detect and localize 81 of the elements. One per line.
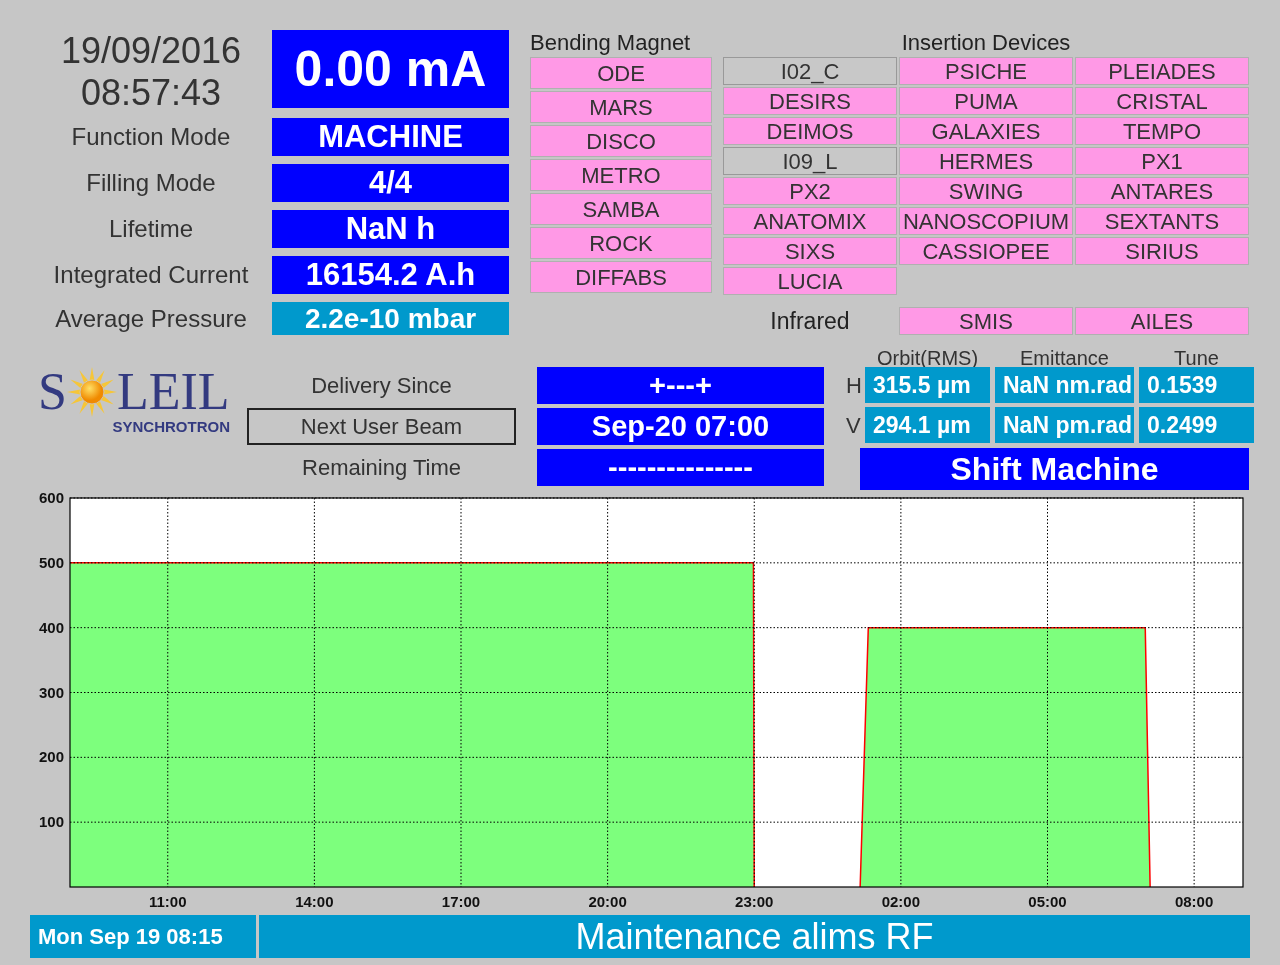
beamline-indicator: PX2 [723,177,897,205]
x-tick-label: 20:00 [588,893,627,910]
beamline-indicator: PLEIADES [1075,57,1249,85]
parameter-value: 2.2e-10 mbar [272,302,509,335]
schedule-label: Remaining Time [301,454,462,482]
section-title: Infrared [770,306,850,336]
beamline-indicator: I02_C [723,57,897,85]
beamline-indicator: DESIRS [723,87,897,115]
parameter-label: Average Pressure [54,303,248,334]
logo-letter: S [38,365,67,419]
beamline-indicator: SIXS [723,237,897,265]
beamline-indicator: PSICHE [899,57,1073,85]
parameter-label: Lifetime [107,214,194,244]
y-tick-label: 300 [38,683,64,701]
beamline-indicator: SIRIUS [1075,237,1249,265]
plane-label: V [846,411,860,440]
logo-wordmark: LEIL [116,365,230,419]
measurement-value: NaN pm.rad [995,407,1134,443]
beamline-indicator: LUCIA [723,267,897,295]
beamline-indicator: PUMA [899,87,1073,115]
plane-label: H [846,371,860,400]
beamline-indicator: TEMPO [1075,117,1249,145]
beamline-indicator: HERMES [899,147,1073,175]
beamline-indicator: ANATOMIX [723,207,897,235]
beamline-indicator: GALAXIES [899,117,1073,145]
beamline-indicator: I09_L [723,147,897,175]
beamline-indicator: CRISTAL [1075,87,1249,115]
beamline-indicator: CASSIOPEE [899,237,1073,265]
beamline-indicator: NANOSCOPIUM [899,207,1073,235]
clock-time: 08:57:43 [80,72,222,114]
parameter-label: Function Mode [70,122,232,152]
x-tick-label: 23:00 [735,893,774,910]
measurement-value: 294.1 µm [865,407,990,443]
beamline-indicator: SEXTANTS [1075,207,1249,235]
y-tick-label: 400 [38,618,64,636]
parameter-label: Integrated Current [52,260,250,290]
beamline-indicator: ROCK [530,227,712,259]
beamline-indicator: METRO [530,159,712,191]
x-tick-label: 17:00 [441,893,481,910]
beamline-indicator: AILES [1075,307,1249,335]
measurement-value: 0.1539 [1139,367,1254,403]
section-title: Bending Magnet [530,30,691,55]
beamline-indicator: DIFFABS [530,261,712,293]
x-tick-label: 14:00 [295,893,334,910]
measurement-value: 0.2499 [1139,407,1254,443]
parameter-label: Filling Mode [85,168,217,198]
parameter-value: 16154.2 A.h [272,256,509,294]
schedule-value: +---+ [537,367,824,404]
logo-subtitle: SYNCHROTRON [112,419,230,435]
y-tick-label: 100 [38,813,64,831]
x-tick-label: 08:00 [1174,893,1214,910]
x-tick-label: 02:00 [881,893,921,910]
beamline-indicator: MARS [530,91,712,123]
beamline-indicator: DEIMOS [723,117,897,145]
measurement-value: NaN nm.rad [995,367,1134,403]
beamline-indicator: ANTARES [1075,177,1249,205]
status-message: Maintenance alims RF [259,915,1250,958]
y-tick-label: 500 [38,553,64,571]
section-title: Insertion Devices [901,30,1071,57]
parameter-value: NaN h [272,210,509,248]
beamline-indicator: DISCO [530,125,712,157]
clock-date: 19/09/2016 [60,30,242,72]
schedule-value: --------------- [537,449,824,486]
measurement-value: 315.5 µm [865,367,990,403]
shift-status: Shift Machine [860,448,1249,490]
beamline-indicator: SWING [899,177,1073,205]
parameter-value: MACHINE [272,118,509,156]
x-tick-label: 05:00 [1028,893,1067,910]
beamline-indicator: SMIS [899,307,1073,335]
schedule-label: Delivery Since [310,372,453,400]
beam-current-value: 0.00 mA [272,30,509,108]
beamline-indicator: SAMBA [530,193,712,225]
beamline-indicator: ODE [530,57,712,89]
schedule-label: Next User Beam [247,408,516,445]
parameter-value: 4/4 [272,164,509,202]
x-tick-label: 11:00 [149,893,187,910]
y-tick-label: 200 [38,748,64,766]
schedule-value: Sep-20 07:00 [537,408,824,445]
status-date: Mon Sep 19 08:15 [30,915,256,958]
beamline-indicator: PX1 [1075,147,1249,175]
y-tick-label: 600 [38,489,64,506]
